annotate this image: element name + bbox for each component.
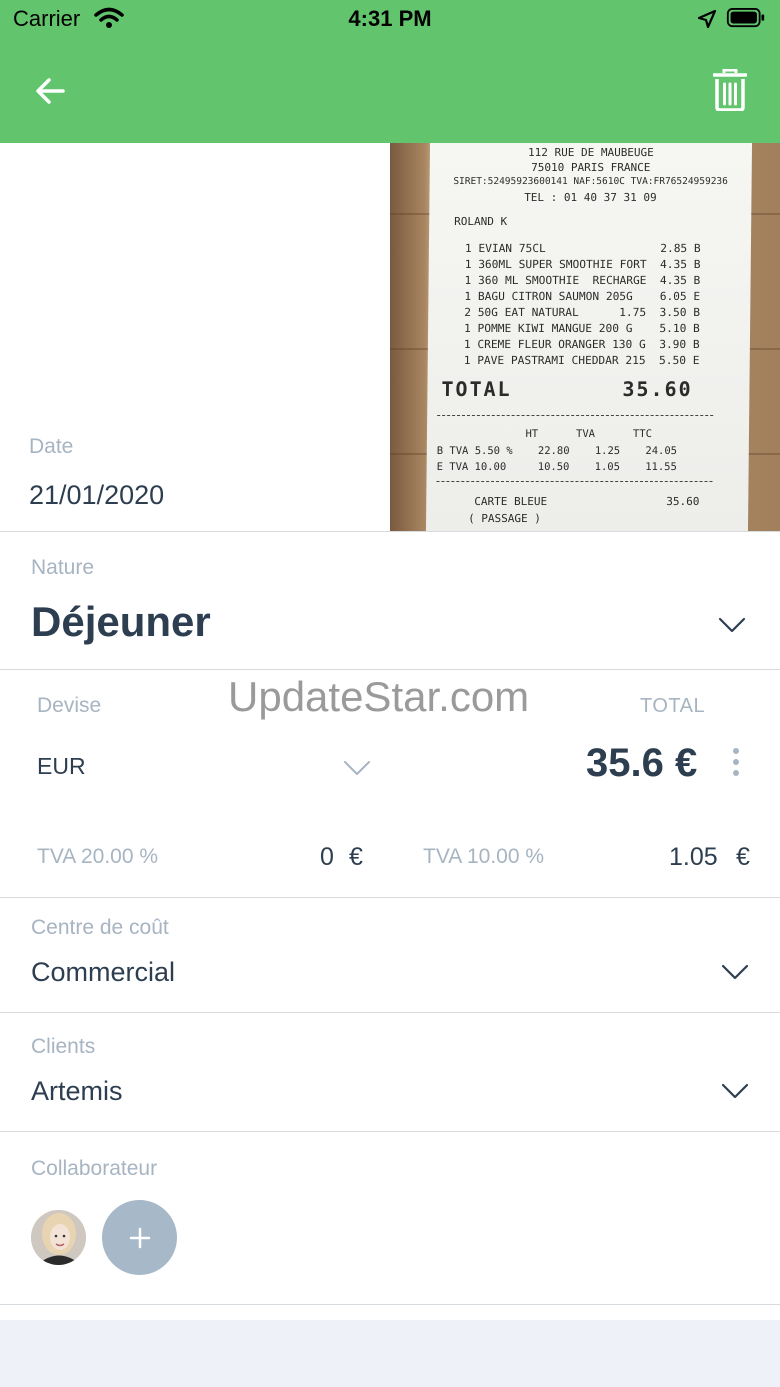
chevron-down-icon[interactable] xyxy=(721,964,749,980)
devise-label: Devise xyxy=(37,694,102,717)
tva-20-currency: € xyxy=(349,843,363,871)
receipt-item: 1 BAGU CITRON SAUMON 205G 6.05 E xyxy=(464,290,701,303)
location-arrow-icon xyxy=(697,9,717,29)
divider xyxy=(0,669,780,670)
receipt-item: 1 360ML SUPER SMOOTHIE FORT 4.35 B xyxy=(464,258,701,271)
tva-10-currency: € xyxy=(736,843,750,871)
chevron-down-icon[interactable] xyxy=(721,1083,749,1099)
divider xyxy=(0,1304,780,1305)
receipt-section: 112 RUE DE MAUBEUGE 75010 PARIS FRANCE S… xyxy=(0,143,780,531)
status-bar: Carrier 4:31 PM xyxy=(0,0,780,40)
receipt-item: 1 360 ML SMOOTHIE RECHARGE 4.35 B xyxy=(464,274,701,287)
nature-value: Déjeuner xyxy=(31,598,211,645)
receipt-cashier: ROLAND K xyxy=(454,215,508,228)
receipt-item: 1 PAVE PASTRAMI CHEDDAR 215 5.50 E xyxy=(463,354,700,367)
tva-10-value[interactable]: 1.05 xyxy=(669,843,718,872)
centre-cout-value: Commercial xyxy=(31,957,176,987)
receipt-siret: SIRET:52495923600141 NAF:5610C TVA:FR765… xyxy=(453,176,728,187)
back-button[interactable] xyxy=(30,70,72,112)
divider xyxy=(0,1131,780,1132)
divider xyxy=(0,1012,780,1013)
receipt-item: 1 CREME FLEUR ORANGER 130 G 3.90 B xyxy=(463,338,700,351)
tva-20-value[interactable]: 0 xyxy=(320,843,334,872)
receipt-item: 1 POMME KIWI MANGUE 200 G 5.10 B xyxy=(464,322,700,335)
devise-value: EUR xyxy=(37,753,86,779)
header-bar: Carrier 4:31 PM xyxy=(0,0,780,143)
avatar[interactable] xyxy=(31,1210,86,1265)
status-time: 4:31 PM xyxy=(348,6,432,31)
trash-icon xyxy=(713,69,747,111)
receipt-address-1: 112 RUE DE MAUBEUGE xyxy=(527,146,654,159)
receipt-tax-header: HT TVA TTC xyxy=(436,428,652,440)
add-collaborator-button[interactable] xyxy=(102,1200,177,1275)
receipt-total-label: TOTAL xyxy=(441,377,512,401)
receipt-payment-sub: ( PASSAGE ) xyxy=(468,512,542,525)
delete-button[interactable] xyxy=(708,66,752,114)
clients-label: Clients xyxy=(31,1035,96,1058)
receipt-tax-row: B TVA 5.50 % 22.80 1.25 24.05 xyxy=(436,445,678,457)
arrow-left-icon xyxy=(36,78,65,104)
divider xyxy=(0,531,780,532)
chevron-down-icon[interactable] xyxy=(718,617,746,633)
user-avatar-icon xyxy=(31,1210,86,1265)
divider xyxy=(0,897,780,898)
receipt-payment: CARTE BLEUE 35.60 xyxy=(474,495,700,508)
collaborateur-label: Collaborateur xyxy=(31,1157,158,1180)
date-label: Date xyxy=(29,435,74,458)
tva-10-label: TVA 10.00 % xyxy=(423,845,545,868)
date-field[interactable]: 21/01/2020 xyxy=(29,480,164,511)
watermark-text: UpdateStar.com xyxy=(228,673,530,720)
centre-cout-label: Centre de coût xyxy=(31,916,169,939)
total-label: TOTAL xyxy=(640,695,706,717)
receipt-address-2: 75010 PARIS FRANCE xyxy=(531,161,651,174)
receipt-paper: 112 RUE DE MAUBEUGE 75010 PARIS FRANCE S… xyxy=(425,143,753,531)
bottom-band xyxy=(0,1320,780,1387)
receipt-tel: TEL : 01 40 37 31 09 xyxy=(524,191,657,204)
receipt-item: 1 EVIAN 75CL 2.85 B xyxy=(464,242,701,255)
receipt-item: 2 50G EAT NATURAL 1.75 3.50 B xyxy=(464,306,701,319)
battery-icon xyxy=(726,8,765,28)
tva-20-label: TVA 20.00 % xyxy=(37,845,159,868)
receipt-tax-row: E TVA 10.00 10.50 1.05 11.55 xyxy=(436,461,677,473)
plus-icon xyxy=(129,1227,150,1248)
receipt-total-value: 35.60 xyxy=(622,377,693,401)
chevron-down-icon[interactable] xyxy=(343,760,371,776)
clients-value: Artemis xyxy=(31,1076,123,1106)
total-amount[interactable]: 35.6 € xyxy=(586,741,697,786)
nature-label: Nature xyxy=(31,556,95,579)
receipt-photo[interactable]: 112 RUE DE MAUBEUGE 75010 PARIS FRANCE S… xyxy=(390,143,780,531)
more-options-button[interactable] xyxy=(726,746,746,778)
